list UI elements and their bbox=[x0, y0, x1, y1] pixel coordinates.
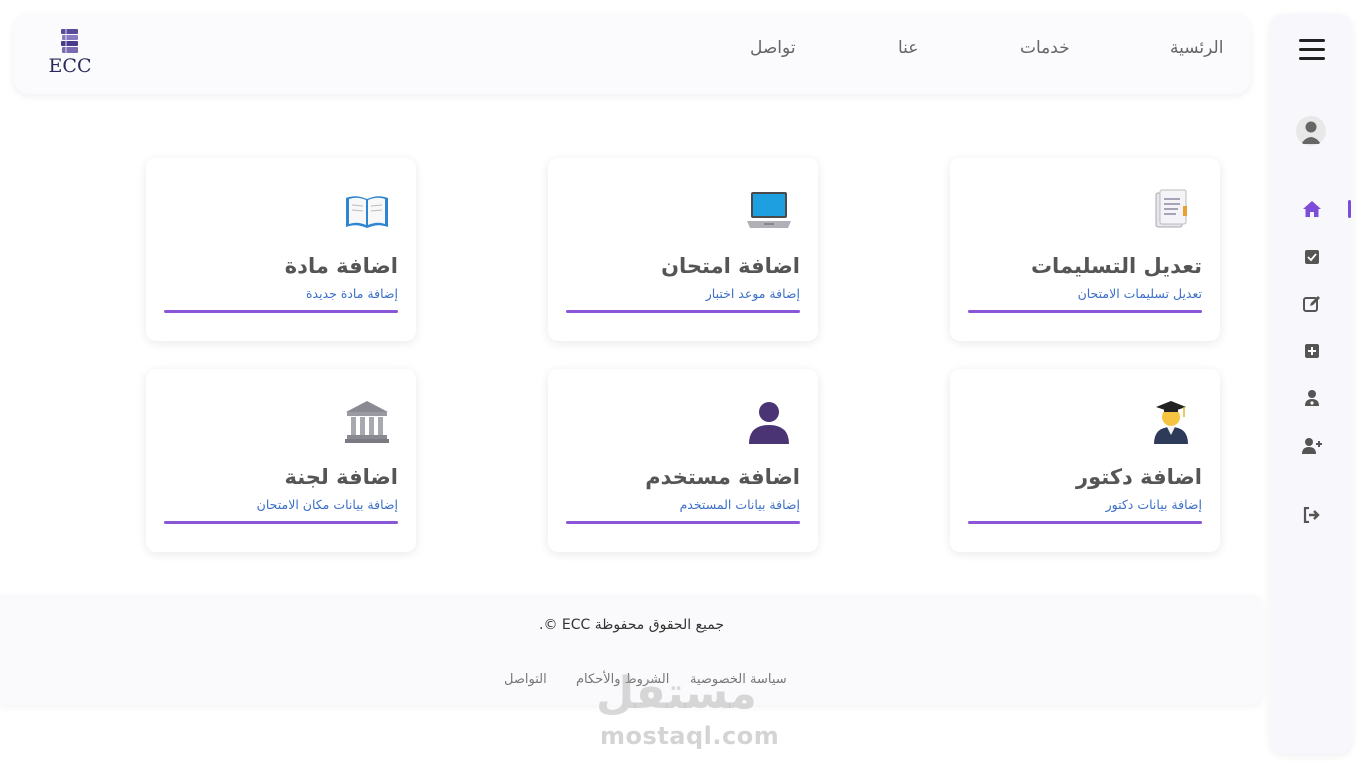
graduate-icon bbox=[1148, 399, 1194, 445]
home-icon[interactable] bbox=[1301, 198, 1323, 220]
user-icon bbox=[746, 399, 792, 445]
edit-icon[interactable] bbox=[1301, 293, 1323, 315]
top-navbar: ECC الرئسية خدمات عنا تواصل bbox=[14, 14, 1250, 94]
card-divider bbox=[566, 521, 800, 524]
card-title: اضافة مستخدم bbox=[645, 465, 800, 489]
user-doctor-icon[interactable] bbox=[1301, 387, 1323, 409]
card-divider bbox=[566, 310, 800, 313]
card-divider bbox=[164, 310, 398, 313]
watermark-latin: mostaql.com bbox=[600, 722, 780, 750]
footer-link-contact[interactable]: التواصل bbox=[504, 672, 547, 687]
nav-link-contact[interactable]: تواصل bbox=[750, 38, 796, 58]
card-title: اضافة دكتور bbox=[1076, 465, 1202, 489]
card-edit-submissions[interactable]: تعديل التسليمات تعديل تسليمات الامتحان bbox=[950, 158, 1220, 341]
card-title: اضافة امتحان bbox=[661, 254, 800, 278]
document-icon bbox=[1148, 188, 1194, 234]
card-title: تعديل التسليمات bbox=[1030, 254, 1202, 278]
logo[interactable]: ECC bbox=[48, 28, 92, 78]
book-icon bbox=[344, 188, 390, 234]
avatar[interactable] bbox=[1296, 116, 1326, 146]
card-subtitle: إضافة موعد اختبار bbox=[705, 286, 800, 301]
plus-square-icon[interactable] bbox=[1301, 340, 1323, 362]
nav-link-about[interactable]: عنا bbox=[898, 38, 918, 58]
logo-books-icon bbox=[61, 29, 78, 53]
laptop-icon bbox=[746, 188, 792, 234]
watermark-arabic: مستقل bbox=[596, 668, 757, 719]
nav-link-home[interactable]: الرئسية bbox=[1170, 38, 1223, 58]
card-subtitle: إضافة بيانات مكان الامتحان bbox=[256, 497, 398, 512]
sidebar bbox=[1270, 14, 1352, 754]
user-plus-icon[interactable] bbox=[1301, 435, 1323, 457]
nav-link-services[interactable]: خدمات bbox=[1020, 38, 1070, 58]
card-title: اضافة لجنة bbox=[284, 465, 398, 489]
logout-icon[interactable] bbox=[1301, 504, 1323, 526]
card-add-subject[interactable]: اضافة مادة إضافة مادة جديدة bbox=[146, 158, 416, 341]
building-icon bbox=[344, 399, 390, 445]
card-subtitle: إضافة بيانات المستخدم bbox=[679, 497, 800, 512]
card-divider bbox=[968, 521, 1202, 524]
card-add-exam[interactable]: اضافة امتحان إضافة موعد اختبار bbox=[548, 158, 818, 341]
card-title: اضافة مادة bbox=[284, 254, 398, 278]
card-subtitle: إضافة مادة جديدة bbox=[305, 286, 398, 301]
logo-text: ECC bbox=[48, 55, 92, 77]
copyright-text: جميع الحقوق محفوظة ECC ©. bbox=[539, 617, 724, 633]
card-divider bbox=[968, 310, 1202, 313]
active-indicator bbox=[1348, 200, 1351, 218]
card-divider bbox=[164, 521, 398, 524]
card-add-committee[interactable]: اضافة لجنة إضافة بيانات مكان الامتحان bbox=[146, 369, 416, 552]
card-add-doctor[interactable]: اضافة دكتور إضافة بيانات دكتور bbox=[950, 369, 1220, 552]
checkbox-icon[interactable] bbox=[1301, 246, 1323, 268]
menu-icon[interactable] bbox=[1299, 39, 1325, 61]
card-subtitle: تعديل تسليمات الامتحان bbox=[1077, 286, 1202, 301]
card-subtitle: إضافة بيانات دكتور bbox=[1105, 497, 1202, 512]
card-add-user[interactable]: اضافة مستخدم إضافة بيانات المستخدم bbox=[548, 369, 818, 552]
